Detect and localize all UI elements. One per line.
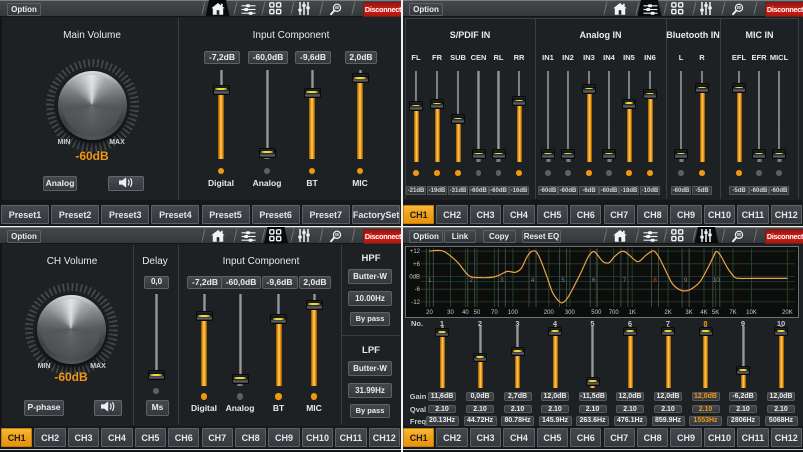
svg-text:700: 700 [609, 310, 620, 316]
svg-text:3K: 3K [685, 310, 692, 316]
svg-text:6: 6 [592, 277, 596, 284]
svg-text:4: 4 [531, 277, 535, 284]
svg-text:7: 7 [623, 277, 627, 284]
svg-text:9: 9 [684, 277, 688, 284]
svg-text:0dB: 0dB [409, 275, 420, 281]
svg-text:10: 10 [713, 277, 721, 284]
svg-text:20: 20 [426, 310, 433, 316]
svg-text:+12: +12 [410, 249, 421, 255]
svg-text:20K: 20K [782, 310, 793, 316]
svg-text:100: 100 [508, 310, 519, 316]
svg-text:500: 500 [591, 310, 602, 316]
svg-text:5K: 5K [712, 310, 719, 316]
svg-text:-12: -12 [411, 300, 420, 306]
svg-text:10K: 10K [746, 310, 757, 316]
svg-text:70: 70 [491, 310, 498, 316]
svg-text:2K: 2K [664, 310, 671, 316]
svg-text:40: 40 [462, 310, 469, 316]
svg-text:5: 5 [561, 277, 565, 284]
svg-text:4K: 4K [700, 310, 707, 316]
svg-text:50: 50 [474, 310, 481, 316]
svg-text:8: 8 [653, 277, 657, 284]
svg-text:7K: 7K [729, 310, 736, 316]
svg-text:3: 3 [500, 277, 504, 284]
svg-text:2: 2 [469, 277, 473, 284]
svg-text:300: 300 [565, 310, 576, 316]
svg-text:30: 30 [447, 310, 454, 316]
svg-text:-6: -6 [415, 287, 421, 293]
svg-text:200: 200 [544, 310, 555, 316]
svg-text:1: 1 [428, 277, 432, 284]
svg-text:+6: +6 [413, 262, 421, 268]
svg-text:1K: 1K [629, 310, 636, 316]
